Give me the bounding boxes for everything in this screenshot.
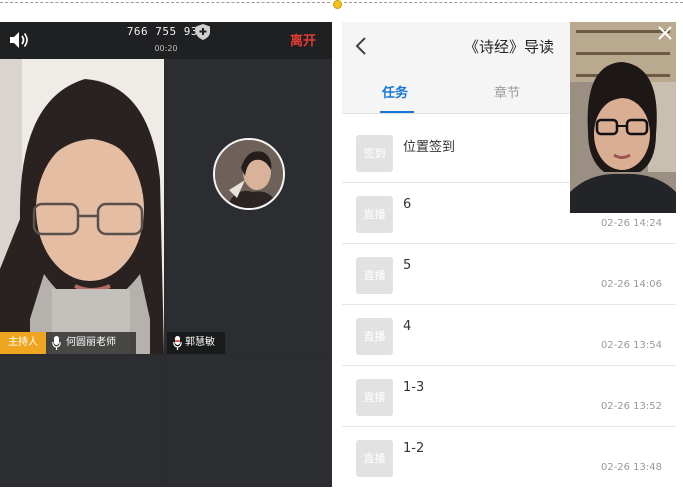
center-marker bbox=[333, 0, 342, 9]
task-time: 02-26 13:48 bbox=[600, 462, 662, 473]
task-title: 6 bbox=[403, 197, 412, 212]
close-icon[interactable] bbox=[657, 25, 673, 41]
task-type-chip: 直播 bbox=[356, 318, 393, 355]
floating-video-window[interactable] bbox=[570, 22, 676, 213]
task-title: 5 bbox=[403, 258, 412, 273]
top-divider-right bbox=[344, 2, 683, 3]
list-item[interactable]: 直播 1-2 02-26 13:48 bbox=[342, 427, 676, 487]
list-item[interactable]: 直播 1-3 02-26 13:52 bbox=[342, 366, 676, 427]
microphone-icon bbox=[173, 336, 182, 350]
empty-video-tile bbox=[167, 356, 332, 487]
avatar bbox=[213, 138, 285, 210]
task-type-chip: 直播 bbox=[356, 196, 393, 233]
task-title: 位置签到 bbox=[403, 140, 456, 155]
course-title: 《诗经》导读 bbox=[464, 38, 555, 56]
participant-video-tile[interactable]: 郭慧敏 bbox=[167, 59, 332, 354]
microphone-icon bbox=[52, 336, 61, 350]
meeting-top-bar: 766 755 934 00:20 离开 bbox=[0, 22, 332, 59]
tab-chapters[interactable]: 章节 bbox=[494, 82, 520, 101]
task-title: 1-2 bbox=[403, 441, 425, 456]
task-time: 02-26 13:54 bbox=[600, 340, 662, 351]
meeting-elapsed-time: 00:20 bbox=[154, 44, 178, 53]
floating-video-frame bbox=[570, 22, 676, 213]
video-meeting-panel: 766 755 934 00:20 离开 主持人 何圆丽老师 郭慧敏 bbox=[0, 22, 332, 487]
tab-tasks[interactable]: 任务 bbox=[382, 82, 408, 101]
participant-name-label: 郭慧敏 bbox=[167, 332, 225, 354]
host-badge: 主持人 bbox=[0, 332, 46, 354]
meeting-id: 766 755 934 bbox=[126, 25, 206, 38]
task-time: 02-26 14:24 bbox=[600, 218, 662, 229]
host-video-tile[interactable]: 主持人 何圆丽老师 bbox=[0, 59, 164, 354]
empty-video-tile bbox=[0, 356, 164, 487]
shield-icon[interactable] bbox=[195, 23, 211, 41]
task-title: 1-3 bbox=[403, 380, 425, 395]
task-type-chip: 直播 bbox=[356, 379, 393, 416]
task-title: 4 bbox=[403, 319, 412, 334]
task-type-chip: 直播 bbox=[356, 440, 393, 477]
participant-name: 郭慧敏 bbox=[185, 337, 215, 348]
back-chevron-icon[interactable] bbox=[354, 36, 368, 56]
task-type-chip: 签到 bbox=[356, 135, 393, 172]
active-tab-indicator bbox=[380, 111, 414, 113]
host-video-frame bbox=[0, 59, 164, 354]
task-time: 02-26 13:52 bbox=[600, 401, 662, 412]
top-divider-left bbox=[0, 2, 330, 3]
task-time: 02-26 14:06 bbox=[600, 279, 662, 290]
host-name-label: 何圆丽老师 bbox=[46, 332, 136, 354]
host-name: 何圆丽老师 bbox=[66, 337, 116, 348]
task-type-chip: 直播 bbox=[356, 257, 393, 294]
list-item[interactable]: 直播 5 02-26 14:06 bbox=[342, 244, 676, 305]
list-item[interactable]: 直播 4 02-26 13:54 bbox=[342, 305, 676, 366]
leave-button[interactable]: 离开 bbox=[290, 30, 316, 49]
